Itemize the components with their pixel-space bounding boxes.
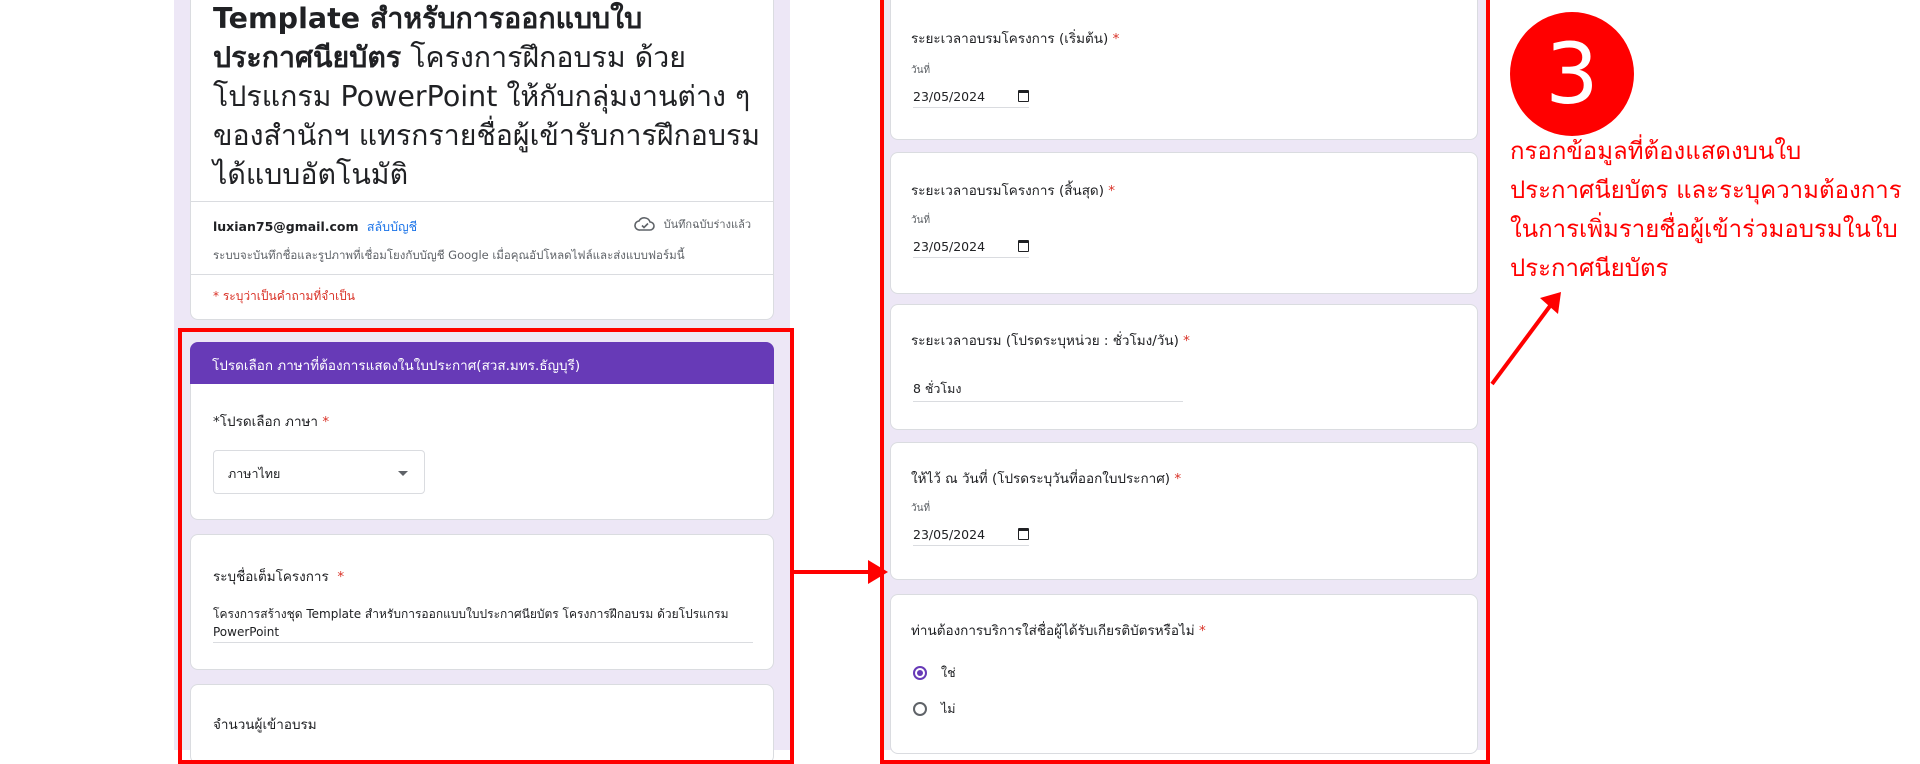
annotation-arrows xyxy=(794,292,1561,584)
annotation-text: กรอกข้อมูลที่ต้องแสดงบนใบประกาศนียบัตร แ… xyxy=(1510,137,1902,282)
diagonal-arrow-icon xyxy=(1490,292,1561,386)
step-number-badge: 3 xyxy=(1510,12,1634,136)
right-arrow-icon xyxy=(794,560,888,584)
